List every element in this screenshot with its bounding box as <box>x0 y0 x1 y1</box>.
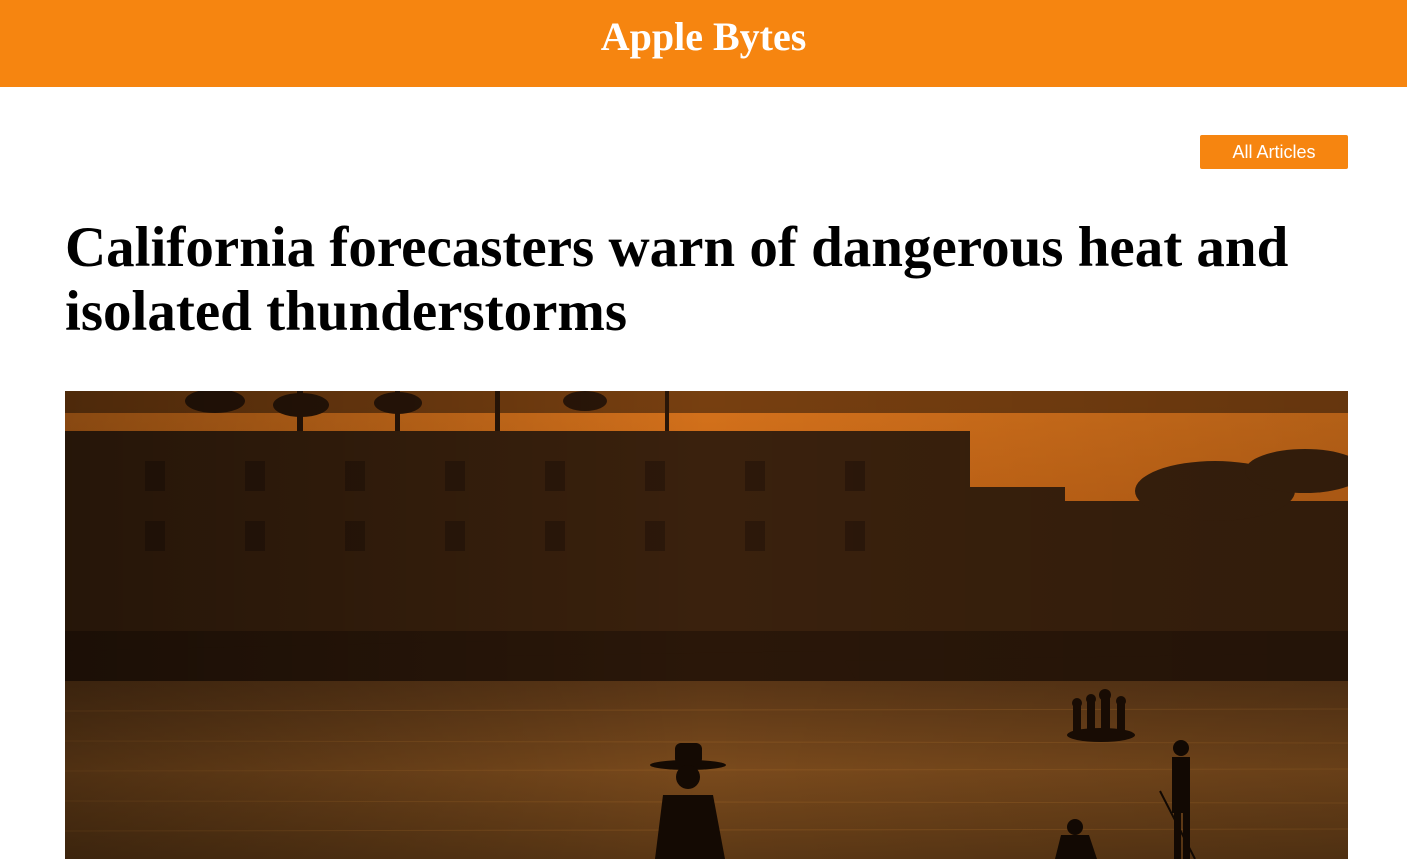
article-hero-image <box>65 391 1348 859</box>
site-title[interactable]: Apple Bytes <box>601 13 807 61</box>
article-title: California forecasters warn of dangerous… <box>65 216 1289 343</box>
site-header: Apple Bytes <box>0 0 1407 87</box>
hero-photo <box>65 391 1348 859</box>
all-articles-button[interactable]: All Articles <box>1200 135 1348 169</box>
